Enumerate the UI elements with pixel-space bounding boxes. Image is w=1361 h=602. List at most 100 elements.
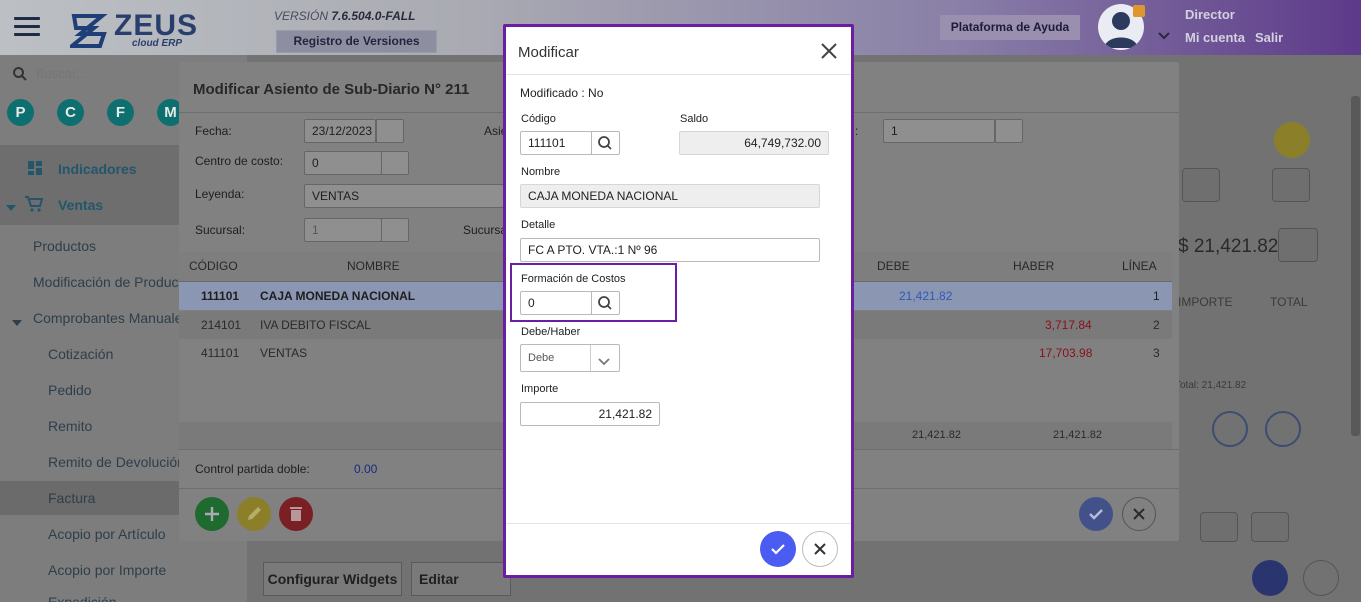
codigo-input[interactable]: 111101	[520, 131, 592, 155]
modal-divider	[506, 74, 851, 75]
formacion-search-button[interactable]	[591, 291, 620, 315]
invoice-total-amount: $ 21,421.82	[1178, 236, 1279, 257]
help-platform-button[interactable]: Plataforma de Ayuda	[940, 15, 1080, 40]
zeus-logo-mark-icon	[66, 12, 110, 48]
plus-icon	[205, 507, 219, 521]
cell-haber: 17,703.98	[1039, 346, 1093, 360]
add-row-button[interactable]	[195, 497, 229, 531]
modified-status: Modificado : No	[520, 86, 604, 100]
calendar-icon[interactable]	[376, 119, 404, 143]
confirm-check-icon[interactable]	[1252, 560, 1288, 596]
modal-confirm-button[interactable]	[760, 531, 796, 567]
search-icon	[598, 296, 612, 310]
select-divider	[590, 345, 591, 371]
edit-widgets-button[interactable]: Editar Widgets	[411, 562, 511, 596]
right-field-input[interactable]: 1	[883, 119, 995, 143]
trash-icon	[290, 507, 302, 521]
quick-link-c[interactable]: C	[57, 99, 84, 126]
cart-icon	[25, 196, 44, 217]
right-field-label: :	[855, 124, 859, 138]
search-icon	[12, 66, 28, 82]
modal-cancel-button[interactable]	[802, 531, 838, 567]
version-info: VERSIÓN 7.6.504.0-FALL	[274, 9, 415, 23]
delete-row-button[interactable]	[279, 497, 313, 531]
sidebar-item-productos[interactable]: Productos	[33, 238, 96, 254]
cell-codigo: 214101	[201, 318, 242, 332]
codigo-search-button[interactable]	[591, 131, 620, 155]
detalle-label: Detalle	[521, 219, 556, 231]
sidebar-item-ventas[interactable]: Ventas	[58, 197, 103, 213]
sidebar-item-cotizacion[interactable]: Cotización	[48, 346, 113, 362]
close-icon[interactable]	[820, 42, 838, 60]
chevron-down-icon[interactable]	[1158, 30, 1170, 44]
total-debe: 21,421.82	[912, 429, 961, 441]
caret-down-icon[interactable]	[12, 314, 22, 332]
registro-versiones-button[interactable]: Registro de Versiones	[276, 30, 437, 53]
col-linea[interactable]: LÍNEA	[1122, 259, 1157, 273]
importe-input[interactable]: 21,421.82	[520, 402, 660, 426]
sidebar-item-remito[interactable]: Remito	[48, 418, 92, 434]
dashboard-icon	[28, 161, 42, 180]
hamburger-menu-icon[interactable]	[14, 17, 40, 37]
page-scrollbar[interactable]	[1351, 96, 1360, 436]
sidebar-item-expedicion[interactable]: Expedición	[48, 594, 117, 602]
chevron-down-icon[interactable]	[597, 354, 611, 372]
configure-widgets-button[interactable]: Configurar Widgets	[263, 562, 402, 596]
my-account-link[interactable]: Mi cuenta	[1185, 30, 1245, 45]
sidebar-search-input[interactable]	[36, 66, 186, 81]
col-codigo[interactable]: CÓDIGO	[189, 259, 238, 273]
edit-pencil-icon[interactable]	[1274, 122, 1310, 158]
sidebar-item-factura[interactable]: Factura	[48, 490, 95, 506]
centro-costo-input[interactable]: 0	[304, 151, 382, 175]
zeus-logo[interactable]: ZEUS cloud ERP	[66, 10, 200, 50]
search-icon[interactable]	[381, 151, 409, 175]
store-icon[interactable]	[1272, 168, 1310, 202]
sidebar-item-acopio-importe[interactable]: Acopio por Importe	[48, 562, 166, 578]
leyenda-label: Leyenda:	[195, 187, 245, 201]
debe-haber-label: Debe/Haber	[521, 326, 581, 338]
sidebar-item-indicadores[interactable]: Indicadores	[58, 161, 137, 177]
search-icon[interactable]	[381, 218, 409, 242]
importe-label: Importe	[521, 383, 559, 395]
col-haber[interactable]: HABER	[1013, 259, 1054, 273]
sidebar-item-modificacion-productos[interactable]: Modificación de Productos	[33, 274, 179, 290]
cell-linea: 1	[1153, 289, 1160, 303]
document-icon[interactable]	[1182, 168, 1220, 202]
entry-close-button[interactable]	[1122, 497, 1156, 531]
pdf-icon[interactable]	[1200, 512, 1238, 542]
quick-link-f[interactable]: F	[107, 99, 134, 126]
search-icon	[598, 136, 612, 150]
coins-icon[interactable]	[1265, 411, 1301, 447]
formacion-costos-input[interactable]: 0	[520, 291, 592, 315]
entry-confirm-button[interactable]	[1079, 497, 1113, 531]
tx-icon[interactable]	[1251, 512, 1289, 542]
sucursal-label: Sucursal:	[195, 223, 246, 237]
sidebar-item-comprobantes-manuales[interactable]: Comprobantes Manuales	[33, 310, 179, 326]
tag-icon[interactable]	[1278, 228, 1318, 262]
col-total: TOTAL	[1270, 295, 1308, 309]
caret-down-icon[interactable]	[6, 199, 16, 217]
leyenda-input[interactable]: VENTAS	[304, 184, 504, 208]
edit-row-button[interactable]	[237, 497, 271, 531]
logout-link[interactable]: Salir	[1255, 30, 1283, 45]
close-icon	[814, 543, 826, 555]
search-icon[interactable]	[995, 119, 1023, 143]
quick-link-p[interactable]: P	[7, 99, 34, 126]
bank-icon[interactable]	[1212, 411, 1248, 447]
centro-costo-label: Centro de costo:	[195, 154, 284, 168]
control-partida-label: Control partida doble:	[195, 462, 310, 476]
sidebar-item-pedido[interactable]: Pedido	[48, 382, 92, 398]
refresh-icon[interactable]	[1303, 560, 1339, 596]
col-importe: IMPORTE	[1178, 295, 1233, 309]
codigo-label: Código	[521, 113, 556, 125]
detalle-input[interactable]: FC A PTO. VTA.:1 Nº 96	[520, 238, 820, 262]
sidebar-item-remito-devolucion[interactable]: Remito de Devolución	[48, 454, 179, 470]
cell-haber: 3,717.84	[1045, 318, 1092, 332]
user-role: Director	[1185, 7, 1235, 22]
sucursal-input[interactable]: 1	[304, 218, 382, 242]
sidebar-item-acopio-articulo[interactable]: Acopio por Artículo	[48, 526, 166, 542]
col-nombre[interactable]: NOMBRE	[347, 259, 400, 273]
col-debe[interactable]: DEBE	[877, 259, 910, 273]
sucursal2-label: Sucursa	[463, 223, 508, 237]
fecha-input[interactable]: 23/12/2023	[304, 119, 376, 143]
